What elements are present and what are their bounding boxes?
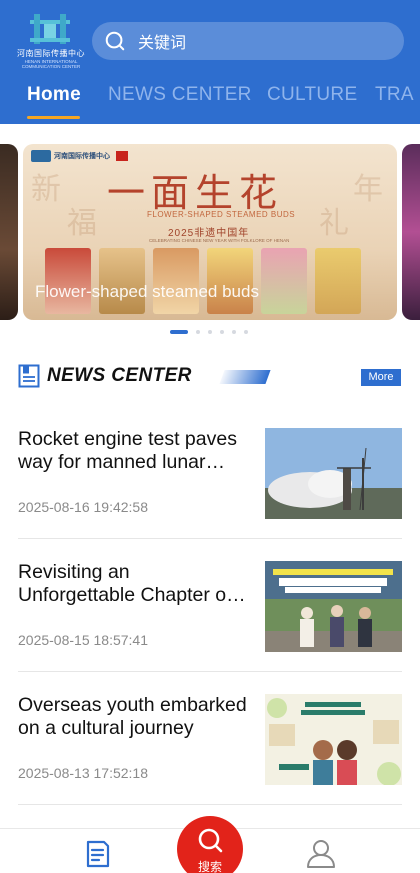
news-section-header: NEWS CENTER More: [0, 362, 420, 392]
logo-en-line-2: COMMUNICATION CENTER: [21, 64, 81, 69]
tab-news-center[interactable]: NEWS CENTER: [108, 84, 252, 106]
news-tab-icon[interactable]: [83, 839, 113, 869]
slide-year-en: CELEBRATING CHINESE NEW YEAR WITH FOLKLO…: [149, 238, 290, 243]
list-divider: [18, 804, 402, 805]
food-image: [207, 248, 253, 314]
newspaper-icon: [18, 364, 40, 388]
search-icon: [105, 31, 125, 51]
news-thumbnail[interactable]: [265, 561, 402, 652]
section-title-decoration: [219, 370, 271, 384]
list-divider: [18, 538, 402, 539]
search-input[interactable]: 关键词: [92, 22, 404, 60]
tab-culture[interactable]: CULTURE: [267, 84, 357, 106]
carousel-dot[interactable]: [208, 330, 212, 334]
tab-travel[interactable]: TRA: [375, 84, 414, 106]
news-title[interactable]: Rocket engine test paves way for manned …: [18, 428, 250, 474]
app-header: 河南国际传播中心 HENAN INTERNATIONAL COMMUNICATI…: [0, 0, 420, 124]
banner-carousel[interactable]: 新 福 年 礼 河南国际传播中心 一面生花 FLOWER-SHAPED STEA…: [0, 124, 420, 340]
more-button[interactable]: More: [361, 369, 401, 386]
search-tab-label: 搜索: [197, 860, 222, 873]
carousel-dot[interactable]: [232, 330, 236, 334]
news-date: 2025-08-15 18:57:41: [18, 632, 148, 648]
food-image: [99, 248, 145, 314]
slide-caption: Flower-shaped steamed buds: [35, 282, 259, 301]
news-date: 2025-08-13 17:52:18: [18, 765, 148, 781]
rocket-test-image: [265, 428, 402, 519]
carousel-dot-active[interactable]: [170, 330, 188, 334]
news-list-item[interactable]: Revisiting an Unforgettable Chapter of H…: [18, 561, 402, 693]
brand-logo-icon: [31, 150, 51, 162]
carousel-prev-slide[interactable]: [0, 144, 18, 320]
carousel-dot[interactable]: [196, 330, 200, 334]
carousel-next-slide[interactable]: [402, 144, 420, 320]
list-divider: [18, 671, 402, 672]
cultural-poster-image: [265, 694, 402, 785]
logo-mark-icon: [30, 14, 70, 44]
news-list-item[interactable]: Rocket engine test paves way for manned …: [18, 428, 402, 560]
slide-food-images: [45, 248, 393, 314]
slide-brand: 河南国际传播中心: [31, 150, 128, 162]
carousel-slide[interactable]: 新 福 年 礼 河南国际传播中心 一面生花 FLOWER-SHAPED STEA…: [23, 144, 397, 320]
news-date: 2025-08-16 19:42:58: [18, 499, 148, 515]
news-title[interactable]: Revisiting an Unforgettable Chapter of H…: [18, 561, 250, 607]
food-image: [45, 248, 91, 314]
news-thumbnail[interactable]: [265, 428, 402, 519]
slide-bg-decoration: 礼: [319, 206, 349, 241]
search-tab-button[interactable]: 搜索: [177, 816, 243, 873]
category-tabs: Home NEWS CENTER CULTURE TRA: [0, 84, 420, 124]
logo-cn-text: 河南国际传播中心: [17, 49, 85, 58]
food-image: [261, 248, 307, 314]
app-logo[interactable]: 河南国际传播中心 HENAN INTERNATIONAL COMMUNICATI…: [16, 10, 86, 70]
search-placeholder: 关键词: [138, 35, 187, 52]
slide-bg-decoration: 新: [31, 172, 61, 207]
slide-title: 一面生花: [107, 171, 284, 215]
food-image: [315, 248, 361, 314]
people-outdoor-image: [265, 561, 402, 652]
slide-year: 2025非遗中国年: [168, 228, 250, 239]
brand-badge-icon: [116, 151, 128, 161]
news-thumbnail[interactable]: [265, 694, 402, 785]
slide-brand-text: 河南国际传播中心: [54, 152, 110, 160]
slide-bg-decoration: 福: [67, 206, 97, 241]
tab-home[interactable]: Home: [27, 84, 81, 106]
news-title[interactable]: Overseas youth embarked on a cultural jo…: [18, 694, 250, 740]
search-icon: [198, 828, 223, 853]
carousel-dot[interactable]: [220, 330, 224, 334]
user-profile-icon[interactable]: [305, 837, 337, 869]
active-tab-indicator: [27, 116, 80, 119]
slide-subtitle: FLOWER-SHAPED STEAMED BUDS: [147, 210, 296, 219]
carousel-dot[interactable]: [244, 330, 248, 334]
news-list-item[interactable]: Overseas youth embarked on a cultural jo…: [18, 694, 402, 826]
logo-en-text: HENAN INTERNATIONAL COMMUNICATION CENTER: [16, 59, 86, 69]
food-image: [153, 248, 199, 314]
section-title: NEWS CENTER: [47, 365, 192, 386]
slide-bg-decoration: 年: [353, 172, 383, 207]
